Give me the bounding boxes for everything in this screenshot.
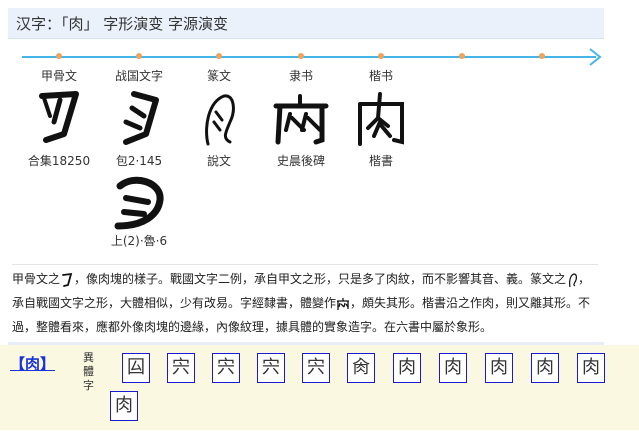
- timeline-dot: [56, 53, 62, 59]
- seal-script-glyph: [205, 94, 235, 146]
- era-label: 甲骨文: [40, 69, 77, 83]
- source-label: 上(2)·魯·6: [110, 234, 168, 248]
- variant-char[interactable]: 肏: [347, 353, 375, 383]
- page-title: 汉字：「肉」 字形演变 字源演变: [16, 15, 229, 33]
- variant-char[interactable]: 肉: [577, 353, 605, 383]
- variant-char[interactable]: 肉: [393, 353, 421, 383]
- timeline-dot: [298, 53, 304, 59]
- warring-states-glyph-2: [114, 176, 164, 230]
- warring-states-glyph: [123, 91, 159, 145]
- variant-char[interactable]: 宍: [212, 353, 240, 383]
- era-label: 楷书: [368, 69, 393, 83]
- oracle-bone-inline-glyph: [62, 272, 73, 287]
- timeline-dot: [539, 53, 545, 59]
- headword-link[interactable]: 【肉】: [10, 353, 55, 374]
- variant-forms-section: 【肉】 異體字 囜 宍 宍 宍 宍 肏 肉 肉 肉 肉 肉 肉: [0, 345, 639, 430]
- timeline-dot: [378, 53, 384, 59]
- era-label: 战国文字: [114, 69, 163, 83]
- variant-char[interactable]: 肉: [110, 391, 138, 421]
- timeline-arrow-icon: [589, 48, 602, 66]
- variant-char[interactable]: 囜: [122, 353, 150, 383]
- character-evolution-panel: 汉字：「肉」 字形演变 字源演变 甲骨文 战国文字 篆文 隶书 楷书 合集182…: [8, 8, 604, 346]
- timeline-dot: [136, 53, 142, 59]
- variant-label: 異體字: [83, 351, 94, 392]
- clerical-script-glyph: [273, 94, 329, 145]
- variant-char[interactable]: 宍: [167, 353, 195, 383]
- variant-char[interactable]: 肉: [439, 353, 467, 383]
- timeline-dot: [216, 53, 222, 59]
- variant-char[interactable]: 宍: [257, 353, 285, 383]
- variant-char[interactable]: 肉: [485, 353, 513, 383]
- variant-char[interactable]: 肉: [531, 353, 559, 383]
- source-label: 楷書: [368, 154, 393, 168]
- variant-char[interactable]: 宍: [302, 353, 330, 383]
- title-bar: 汉字：「肉」 字形演变 字源演变: [8, 8, 604, 39]
- timeline-dot: [459, 53, 465, 59]
- seal-inline-glyph: [569, 272, 578, 287]
- clerical-inline-glyph: [337, 297, 350, 310]
- regular-script-glyph: [358, 92, 404, 146]
- timeline-line: [22, 56, 596, 58]
- description-text: 甲骨文之 ，像肉塊的樣子。戰國文字二例，承自甲文之形，只是多了肉紋，而不影響其音、…: [12, 264, 598, 339]
- era-label: 篆文: [206, 69, 231, 83]
- era-label: 隶书: [288, 69, 313, 83]
- oracle-bone-glyph: [39, 91, 79, 143]
